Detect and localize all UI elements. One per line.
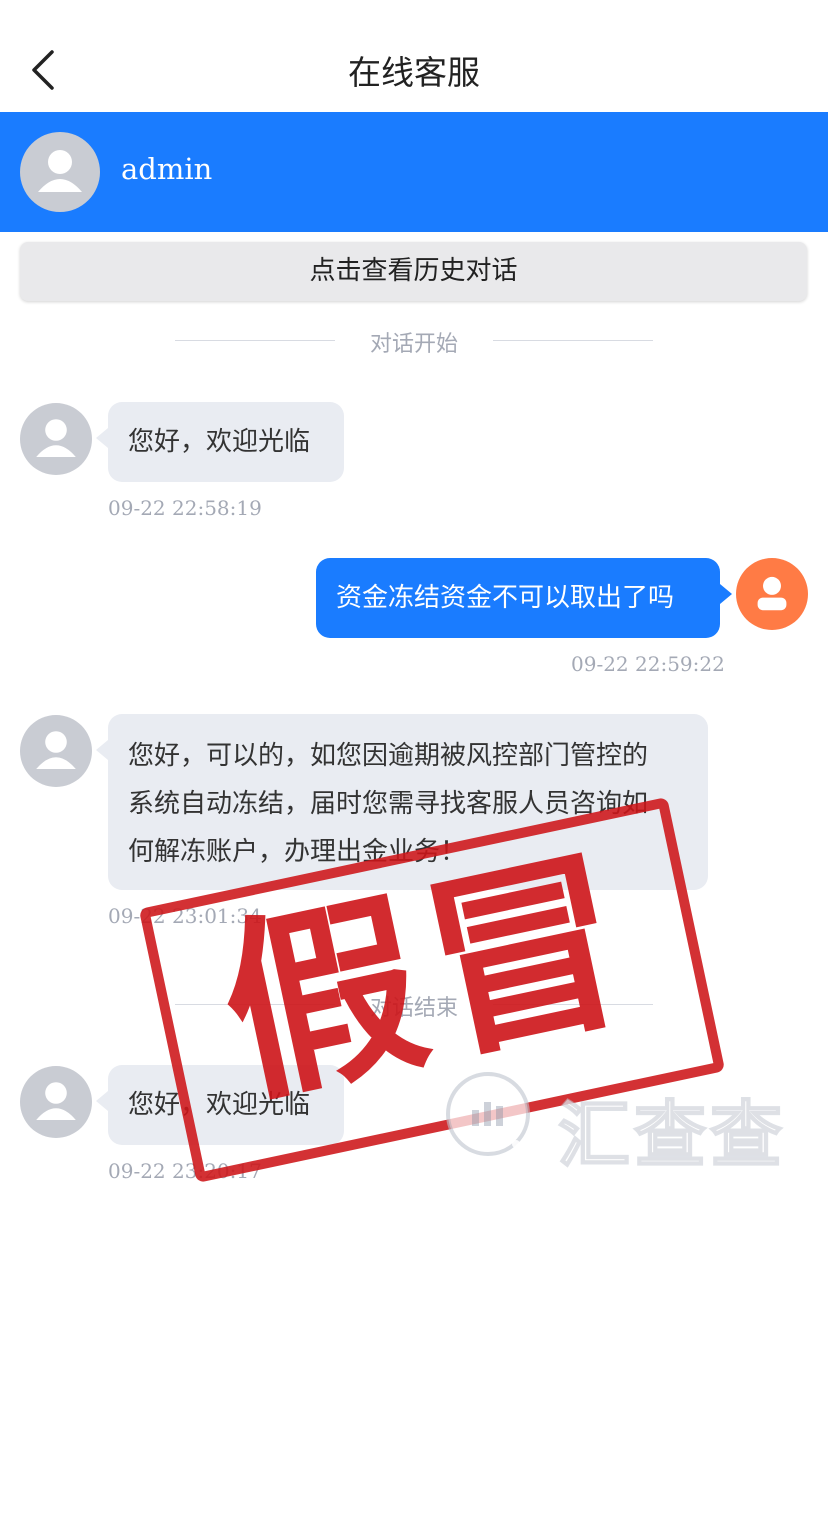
user-icon: [38, 150, 82, 192]
message-text: 您好，欢迎光临: [128, 427, 311, 457]
conversation-start-divider: 对话开始: [175, 320, 653, 360]
agent-avatar: [20, 403, 92, 475]
agent-header: admin: [0, 112, 828, 232]
user-message-bubble: 资金冻结资金不可以取出了吗: [316, 558, 732, 638]
agent-avatar: [20, 132, 100, 212]
top-nav-bar: 在线客服: [0, 0, 828, 112]
agent-avatar: [20, 715, 92, 787]
divider-label: 对话开始: [369, 332, 458, 357]
magnifier-chart-icon: [446, 1072, 536, 1166]
agent-message-bubble: 您好，欢迎光临: [96, 402, 344, 482]
message-text-line: 您好，可以的，如您因逾期被风控部门管控的: [128, 741, 649, 771]
watermark: 汇查查: [440, 1068, 800, 1178]
user-icon: [757, 576, 787, 611]
message-timestamp: 09-22 22:58:19: [108, 496, 262, 520]
watermark-text: 汇查查: [557, 1092, 787, 1178]
view-history-button[interactable]: 点击查看历史对话: [20, 242, 807, 301]
user-icon: [36, 731, 76, 769]
page-title: 在线客服: [348, 53, 480, 92]
user-icon: [36, 1082, 76, 1120]
message-text: 资金冻结资金不可以取出了吗: [336, 583, 675, 613]
user-icon: [36, 419, 76, 457]
user-avatar: [736, 558, 808, 630]
message-timestamp: 09-22 22:59:22: [571, 652, 725, 676]
agent-avatar: [20, 1066, 92, 1138]
agent-name: admin: [121, 152, 213, 186]
